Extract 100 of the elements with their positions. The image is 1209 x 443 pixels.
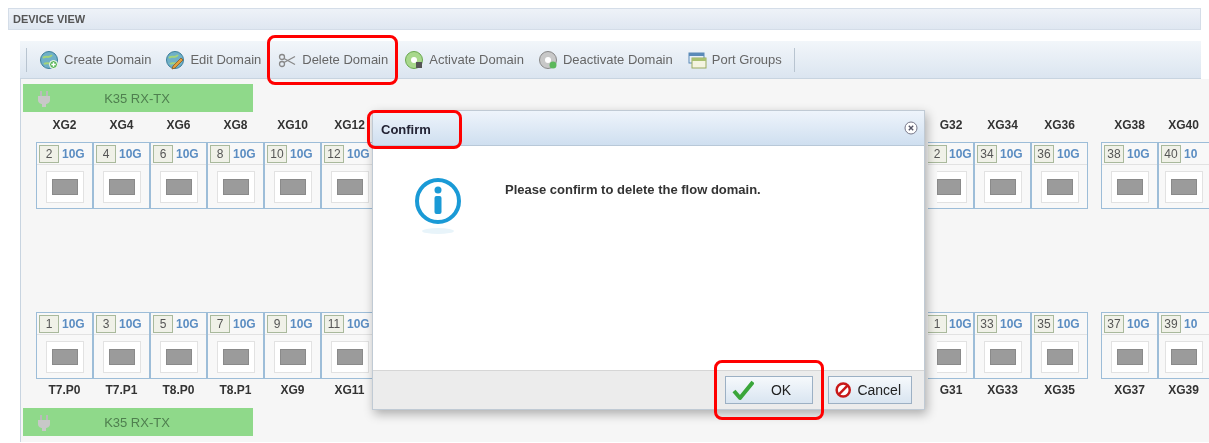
port-label: G32 — [938, 117, 964, 134]
port-socket-icon — [1040, 340, 1079, 373]
port-card[interactable]: 10 10G — [264, 142, 321, 209]
port-socket-icon — [1110, 170, 1149, 203]
panel-title: DEVICE VIEW — [12, 13, 86, 25]
close-button[interactable] — [904, 121, 918, 135]
windows-icon — [686, 49, 707, 70]
port-socket-icon — [937, 340, 967, 373]
port-card[interactable]: 3 10G — [93, 312, 150, 379]
port-number: 10 — [267, 144, 287, 163]
port-label: XG12 — [333, 117, 366, 134]
port-card[interactable]: 34 10G — [974, 142, 1031, 209]
port-speed: 10G — [949, 316, 972, 331]
port-number: 39 — [1161, 314, 1181, 333]
port-number: 35 — [1034, 314, 1054, 333]
port-speed: 10G — [176, 146, 199, 161]
port-card[interactable]: 2 10G — [928, 142, 974, 209]
port-label: XG2 — [51, 117, 78, 134]
port-speed: 10G — [119, 316, 142, 331]
port-card[interactable]: 6 10G — [150, 142, 207, 209]
port-speed: 10G — [290, 146, 313, 161]
port-label: XG9 — [279, 382, 306, 399]
port-label: XG38 — [1113, 117, 1146, 134]
no-entry-icon — [835, 380, 852, 400]
port-speed: 10G — [1057, 316, 1080, 331]
port-number: 37 — [1104, 314, 1124, 333]
globe-plus-icon — [39, 49, 59, 70]
port-speed: 10G — [1000, 146, 1023, 161]
port-socket-icon — [937, 170, 967, 203]
port-card[interactable]: 40 10 — [1158, 142, 1209, 209]
port-label: XG6 — [165, 117, 192, 134]
dialog-title: Confirm — [381, 121, 431, 137]
port-speed: 10G — [290, 316, 313, 331]
port-label: XG40 — [1167, 117, 1200, 134]
port-card[interactable]: 9 10G — [264, 312, 321, 379]
port-card[interactable]: 2 10G — [36, 142, 93, 209]
port-socket-icon — [102, 170, 141, 203]
ok-button[interactable]: OK — [725, 376, 813, 404]
port-socket-icon — [1165, 170, 1203, 203]
dialog-message: Please confirm to delete the flow domain. — [505, 181, 761, 199]
port-number: 9 — [267, 314, 287, 333]
checkmark-icon — [732, 379, 754, 401]
port-label: T7.P1 — [104, 382, 139, 399]
port-card[interactable]: 1 10G — [36, 312, 93, 379]
port-label: XG33 — [986, 382, 1019, 399]
cancel-button[interactable]: Cancel — [828, 376, 912, 404]
port-socket-icon — [159, 340, 198, 373]
port-speed: 10G — [949, 146, 972, 161]
port-speed: 10G — [176, 316, 199, 331]
port-card[interactable]: 4 10G — [93, 142, 150, 209]
port-socket-icon — [1040, 170, 1079, 203]
port-card[interactable]: 33 10G — [974, 312, 1031, 379]
port-speed: 10G — [62, 316, 85, 331]
port-speed: 10G — [1000, 316, 1023, 331]
toolbar-button[interactable]: Delete Domain — [273, 46, 393, 73]
port-number: 1 — [39, 314, 59, 333]
port-speed: 10G — [119, 146, 142, 161]
port-speed: 10G — [233, 146, 256, 161]
port-socket-icon — [983, 340, 1022, 373]
port-number: 8 — [210, 144, 230, 163]
port-card[interactable]: 7 10G — [207, 312, 264, 379]
toolbar-button[interactable]: Edit Domain — [161, 46, 266, 73]
port-card[interactable]: 1 10G — [928, 312, 974, 379]
port-card[interactable]: 8 10G — [207, 142, 264, 209]
port-number: 2 — [928, 144, 947, 163]
port-number: 5 — [153, 314, 173, 333]
disc-icon — [537, 49, 558, 70]
port-socket-icon — [159, 170, 198, 203]
domain-name: K35 RX-TX — [103, 90, 171, 106]
port-card[interactable]: 39 10 — [1158, 312, 1209, 379]
port-number: 34 — [977, 144, 997, 163]
port-socket-icon — [330, 340, 369, 373]
port-label: T8.P1 — [218, 382, 253, 399]
port-label: G31 — [938, 382, 964, 399]
port-socket-icon — [45, 340, 84, 373]
port-speed: 10G — [1127, 316, 1150, 331]
toolbar-button[interactable]: Deactivate Domain — [533, 46, 677, 73]
domain-name: K35 RX-TX — [103, 414, 171, 430]
port-label: XG37 — [1113, 382, 1146, 399]
port-socket-icon — [330, 170, 369, 203]
info-icon — [413, 176, 463, 236]
toolbar-button[interactable]: Port Groups — [682, 46, 786, 73]
port-speed: 10G — [347, 146, 370, 161]
port-socket-icon — [983, 170, 1022, 203]
port-number: 4 — [96, 144, 116, 163]
port-number: 7 — [210, 314, 230, 333]
port-label: XG35 — [1043, 382, 1076, 399]
port-card[interactable]: 5 10G — [150, 312, 207, 379]
port-card[interactable]: 36 10G — [1031, 142, 1088, 209]
port-number: 38 — [1104, 144, 1124, 163]
port-card[interactable]: 37 10G — [1101, 312, 1158, 379]
port-card[interactable]: 35 10G — [1031, 312, 1088, 379]
port-card[interactable]: 38 10G — [1101, 142, 1158, 209]
port-number: 12 — [324, 144, 344, 163]
port-number: 1 — [928, 314, 947, 333]
toolbar-button[interactable]: Create Domain — [35, 46, 156, 73]
plug-icon — [37, 413, 51, 431]
port-label: XG36 — [1043, 117, 1076, 134]
toolbar-button[interactable]: Activate Domain — [400, 46, 528, 73]
port-speed: 10 — [1184, 316, 1198, 331]
